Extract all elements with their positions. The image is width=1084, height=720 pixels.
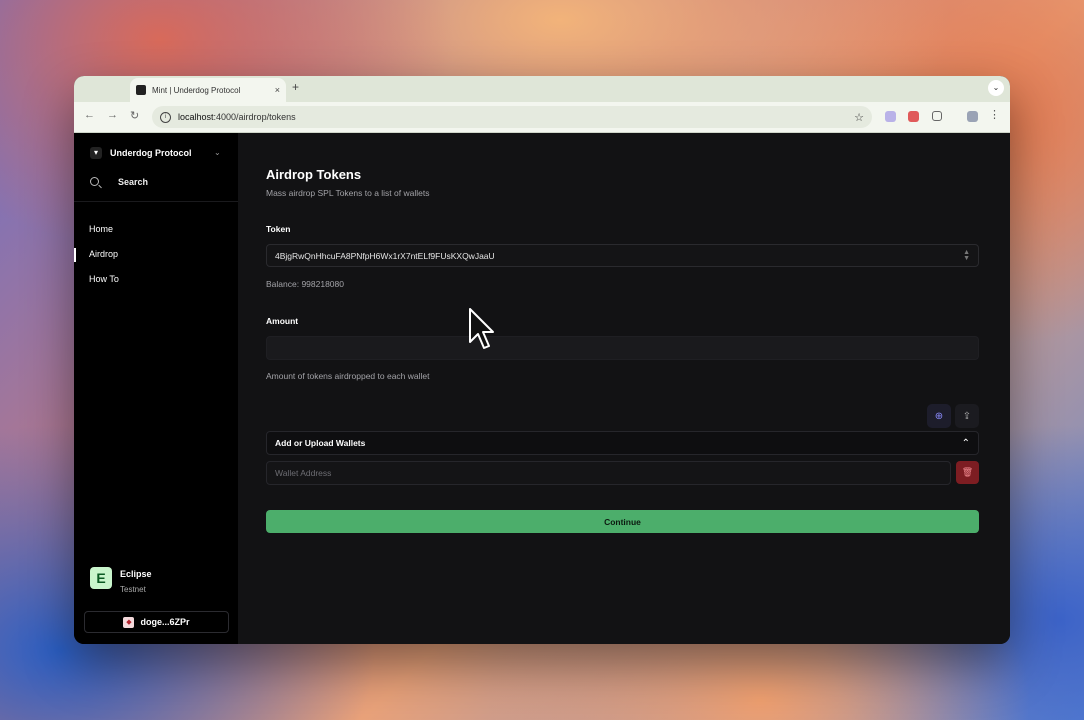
sidebar-divider bbox=[74, 201, 238, 202]
new-tab-button[interactable]: + bbox=[292, 80, 299, 94]
delete-wallet-button[interactable]: 🗑 bbox=[956, 461, 979, 484]
amount-input[interactable] bbox=[266, 336, 979, 360]
address-bar[interactable]: i localhost:4000/airdrop/tokens ☆ bbox=[152, 106, 872, 128]
upload-wallets-button[interactable]: ⇪ bbox=[955, 404, 979, 428]
browser-toolbar: ← → ↻ i localhost:4000/airdrop/tokens ☆ … bbox=[74, 102, 1010, 133]
token-balance: Balance: 998218080 bbox=[266, 279, 344, 289]
token-label: Token bbox=[266, 224, 291, 234]
org-name: Underdog Protocol bbox=[110, 148, 192, 158]
tab-strip: Mint | Underdog Protocol × + ⌄ bbox=[74, 76, 1010, 102]
network-indicator[interactable]: E Eclipse Testnet bbox=[90, 567, 152, 594]
network-type: Testnet bbox=[120, 585, 146, 594]
url-host: localhost bbox=[178, 112, 214, 122]
sidebar: ▾ Underdog Protocol ⌄ Search Home Airdro… bbox=[74, 133, 238, 644]
url-text: localhost:4000/airdrop/tokens bbox=[178, 112, 296, 122]
tab-search-button[interactable]: ⌄ bbox=[988, 80, 1004, 96]
trash-icon: 🗑 bbox=[961, 467, 974, 477]
page-content: ▾ Underdog Protocol ⌄ Search Home Airdro… bbox=[74, 133, 1010, 644]
puzzle-extensions-icon[interactable] bbox=[932, 111, 942, 121]
amount-help-text: Amount of tokens airdropped to each wall… bbox=[266, 371, 430, 381]
extension-icon[interactable] bbox=[885, 111, 896, 122]
token-select-value: 4BjgRwQnHhcuFA8PNfpH6Wx1rX7ntELf9FUsKXQw… bbox=[275, 250, 495, 261]
network-name: Eclipse bbox=[120, 569, 152, 579]
plus-circle-icon: ⊕ bbox=[934, 410, 944, 422]
wallet-address: doge...6ZPr bbox=[140, 617, 190, 627]
eclipse-logo-icon: E bbox=[90, 567, 112, 589]
amount-label: Amount bbox=[266, 316, 299, 326]
reload-button[interactable]: ↻ bbox=[130, 109, 139, 122]
active-indicator bbox=[74, 248, 76, 262]
profile-icon[interactable] bbox=[967, 111, 978, 122]
search-icon bbox=[90, 177, 99, 186]
url-path: :4000/airdrop/tokens bbox=[213, 112, 296, 122]
main-panel: Airdrop Tokens Mass airdrop SPL Tokens t… bbox=[238, 133, 1010, 644]
browser-window: Mint | Underdog Protocol × + ⌄ ← → ↻ i l… bbox=[74, 76, 1010, 644]
chevron-up-icon: ⌃ bbox=[961, 437, 970, 449]
upload-icon: ⇪ bbox=[962, 410, 972, 422]
search-button[interactable]: Search bbox=[90, 177, 148, 187]
forward-button[interactable]: → bbox=[107, 109, 118, 121]
favicon-icon bbox=[136, 85, 146, 95]
add-wallet-button[interactable]: ⊕ bbox=[927, 404, 951, 428]
network-text: Eclipse Testnet bbox=[120, 567, 152, 594]
token-select[interactable]: 4BjgRwQnHhcuFA8PNfpH6Wx1rX7ntELf9FUsKXQw… bbox=[266, 244, 979, 267]
wallets-accordion-header[interactable]: Add or Upload Wallets ⌃ bbox=[266, 431, 979, 455]
mouse-cursor-icon bbox=[469, 308, 494, 349]
bookmark-star-icon[interactable]: ☆ bbox=[854, 111, 864, 124]
wallet-avatar-icon: ◆ bbox=[123, 616, 135, 628]
sidebar-item-how-to[interactable]: How To bbox=[89, 274, 119, 284]
sidebar-item-airdrop[interactable]: Airdrop bbox=[89, 249, 118, 259]
wallet-address-input[interactable] bbox=[266, 461, 951, 485]
select-arrows-icon: ▲ ▼ bbox=[963, 248, 970, 262]
page-subtitle: Mass airdrop SPL Tokens to a list of wal… bbox=[266, 188, 430, 198]
chevron-down-icon: ⌄ bbox=[214, 148, 221, 157]
tab-title: Mint | Underdog Protocol bbox=[152, 85, 241, 95]
wallet-button[interactable]: ◆ doge...6ZPr bbox=[84, 611, 229, 633]
back-button[interactable]: ← bbox=[84, 109, 95, 121]
wallets-section-title: Add or Upload Wallets bbox=[275, 438, 366, 448]
site-info-icon[interactable]: i bbox=[160, 111, 171, 123]
org-switcher[interactable]: ▾ Underdog Protocol ⌄ bbox=[90, 147, 221, 159]
page-title: Airdrop Tokens bbox=[266, 167, 362, 182]
continue-button[interactable]: Continue bbox=[266, 510, 979, 533]
search-label: Search bbox=[118, 176, 149, 187]
browser-menu-button[interactable]: ⋮ bbox=[989, 108, 1000, 121]
sidebar-item-home[interactable]: Home bbox=[89, 224, 113, 234]
tab-close-button[interactable]: × bbox=[275, 85, 280, 95]
browser-tab[interactable]: Mint | Underdog Protocol × bbox=[130, 78, 286, 102]
underdog-logo-icon: ▾ bbox=[90, 147, 102, 159]
extension-icon[interactable] bbox=[908, 111, 919, 122]
